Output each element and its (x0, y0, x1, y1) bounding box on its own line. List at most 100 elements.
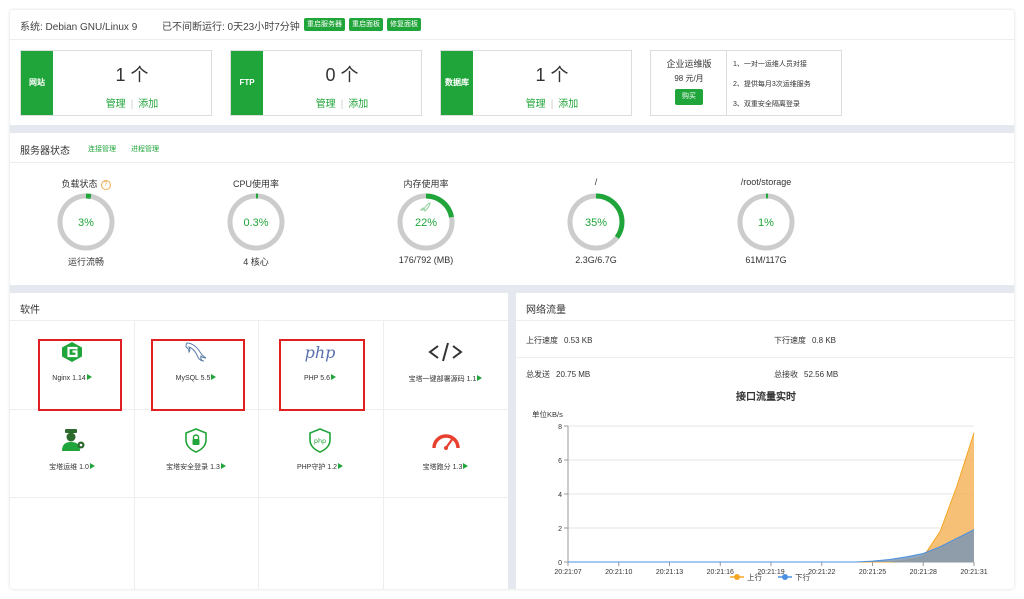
software-section: 软件 Nginx 1.14 MySQL 5.5 (10, 293, 508, 589)
gauge-sub: 2.3G/6.7G (536, 255, 656, 265)
connection-manage-link[interactable]: 连接管理 (88, 144, 116, 154)
ftp-tag[interactable]: FTP (231, 51, 263, 115)
chart-xtick-label: 20:21:10 (605, 569, 632, 576)
app-safe-login[interactable]: 宝塔安全登录 1.3 (134, 409, 258, 497)
gauge-value: 22% (415, 217, 437, 229)
rocket-icon (421, 203, 430, 211)
database-tag[interactable]: 数据库 (441, 51, 473, 115)
site-tag[interactable]: 网站 (21, 51, 53, 115)
gauge-4: /root/storage1%61M/117G (706, 177, 826, 265)
gauge-ring[interactable]: 0.3% (225, 191, 287, 253)
gauge-ring[interactable]: 1% (735, 191, 797, 253)
buy-button[interactable]: 购买 (675, 89, 703, 105)
chart-xtick-label: 20:21:07 (554, 569, 581, 576)
play-icon[interactable] (338, 463, 343, 469)
enterprise-card: 企业运维版 98 元/月 购买 1、一对一运维人员对接 2、提供每月3次运维服务… (650, 50, 842, 116)
chart-ytick-label: 6 (558, 458, 562, 465)
legend-label-0[interactable]: 上行 (747, 572, 762, 582)
enterprise-price: 98 元/月 (651, 73, 727, 84)
highlight-box (151, 339, 245, 411)
chart-xtick-label: 20:21:22 (808, 569, 835, 576)
play-icon[interactable] (463, 463, 468, 469)
legend-label-1[interactable]: 下行 (795, 572, 810, 582)
chart-xtick-label: 20:21:16 (707, 569, 734, 576)
site-manage-link[interactable]: 管理 (106, 99, 126, 110)
enterprise-title: 企业运维版 (651, 57, 727, 70)
app-benchmark[interactable]: 宝塔跑分 1.3 (383, 409, 508, 497)
chart-title: 接口流量实时 (736, 390, 796, 403)
gauge-ring[interactable]: 3% (55, 191, 117, 253)
chart-xtick-label: 20:21:28 (910, 569, 937, 576)
process-manage-link[interactable]: 进程管理 (131, 144, 159, 154)
download-speed-value: 0.8 KB (812, 336, 836, 345)
total-received-value: 52.56 MB (804, 370, 838, 379)
total-sent: 总发送20.75 MB (526, 369, 590, 380)
site-links: 管理|添加 (53, 95, 211, 110)
app-deploy[interactable]: 宝塔一键部署源码 1.1 (383, 321, 508, 409)
restart-server-button[interactable]: 重启服务器 (304, 18, 345, 31)
gauge-sub: 61M/117G (706, 255, 826, 265)
ftp-card: FTP 0 个 管理|添加 (230, 50, 422, 116)
server-status-section: 服务器状态 连接管理 进程管理 负载状态?3%运行流畅CPU使用率0.3%4 核… (10, 133, 1014, 285)
restart-panel-button[interactable]: 重启面板 (349, 18, 383, 31)
app-name: 宝塔运维 1.0 (49, 464, 89, 471)
ftp-links: 管理|添加 (263, 95, 421, 110)
legend-marker-0 (734, 574, 740, 580)
gauge-label: CPU使用率 (196, 177, 316, 190)
upload-speed-value: 0.53 KB (564, 336, 592, 345)
total-sent-value: 20.75 MB (556, 370, 590, 379)
app-name: 宝塔安全登录 1.3 (166, 464, 220, 471)
app-ops[interactable]: 宝塔运维 1.0 (10, 409, 134, 497)
uptime-info: 已不间断运行: 0天23小时7分钟 (162, 18, 300, 33)
panel-frame: 系统: Debian GNU/Linux 9 已不间断运行: 0天23小时7分钟… (10, 10, 1014, 589)
ftp-manage-link[interactable]: 管理 (316, 99, 336, 110)
gauge-ring[interactable]: 35% (565, 191, 627, 253)
site-card: 网站 1 个 管理|添加 (20, 50, 212, 116)
database-manage-link[interactable]: 管理 (526, 99, 546, 110)
app-name: PHP守护 1.2 (297, 464, 337, 471)
highlight-box (38, 339, 122, 411)
chart-ytick-label: 0 (558, 560, 562, 567)
ftp-add-link[interactable]: 添加 (348, 99, 368, 110)
chart-xtick-label: 20:21:13 (656, 569, 683, 576)
database-card: 数据库 1 个 管理|添加 (440, 50, 632, 116)
gauge-value: 35% (585, 217, 607, 229)
gauge-sub: 176/792 (MB) (366, 255, 486, 265)
help-icon[interactable]: ? (101, 180, 111, 190)
total-received: 总接收52.56 MB (774, 369, 838, 380)
gauge-3: / 35% 2.3G/6.7G (536, 177, 656, 265)
download-speed: 下行速度0.8 KB (774, 335, 836, 346)
gauge-1: CPU使用率 0.3% 4 核心 (196, 177, 316, 268)
play-icon[interactable] (477, 375, 482, 381)
gauge-value: 0.3% (243, 217, 268, 229)
app-php-guard[interactable]: php PHP守护 1.2 (258, 409, 382, 497)
gauge-label: 负载状态? (26, 177, 146, 190)
site-add-link[interactable]: 添加 (138, 99, 158, 110)
gauge-ring[interactable]: 22% (395, 191, 457, 253)
series-area-1 (568, 530, 974, 562)
play-icon[interactable] (221, 463, 226, 469)
enterprise-feature: 2、提供每月3次运维服务 (733, 79, 811, 89)
play-icon[interactable] (90, 463, 95, 469)
chart-ylabel: 单位KB/s (532, 409, 563, 419)
database-count: 1 个 (473, 61, 631, 87)
software-title: 软件 (20, 301, 40, 316)
repair-panel-button[interactable]: 修复面板 (387, 18, 421, 31)
ftp-count: 0 个 (263, 61, 421, 87)
system-info: 系统: Debian GNU/Linux 9 (20, 18, 137, 33)
traffic-chart: 接口流量实时单位KB/s0246820:21:0720:21:1020:21:1… (516, 388, 1014, 588)
gauge-label: / (536, 177, 656, 190)
gauge-sub: 4 核心 (196, 255, 316, 268)
chart-ytick-label: 4 (558, 492, 562, 499)
database-links: 管理|添加 (473, 95, 631, 110)
overview-section: 网站 1 个 管理|添加 FTP 0 个 管理|添加 数据库 1 个 管理|添加… (10, 40, 1014, 125)
database-add-link[interactable]: 添加 (558, 99, 578, 110)
legend-marker-1 (782, 574, 788, 580)
app-name: 宝塔跑分 1.3 (423, 464, 463, 471)
enterprise-feature: 3、双重安全隔离登录 (733, 99, 800, 109)
chart-xtick-label: 20:21:31 (960, 569, 987, 576)
operator-icon (10, 427, 134, 453)
site-count: 1 个 (53, 61, 211, 87)
enterprise-feature: 1、一对一运维人员对接 (733, 59, 807, 69)
chart-xtick-label: 20:21:25 (859, 569, 886, 576)
